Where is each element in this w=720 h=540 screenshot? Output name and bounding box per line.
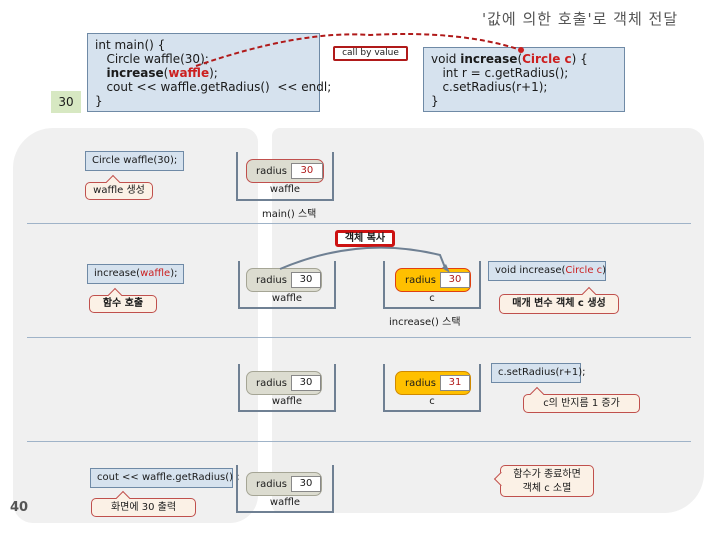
copy-arrow [279, 246, 447, 271]
arrow-head-dot [518, 47, 524, 53]
page-number: 40 [10, 500, 29, 515]
call-arrow [195, 33, 522, 67]
arrow-overlay [195, 33, 524, 273]
